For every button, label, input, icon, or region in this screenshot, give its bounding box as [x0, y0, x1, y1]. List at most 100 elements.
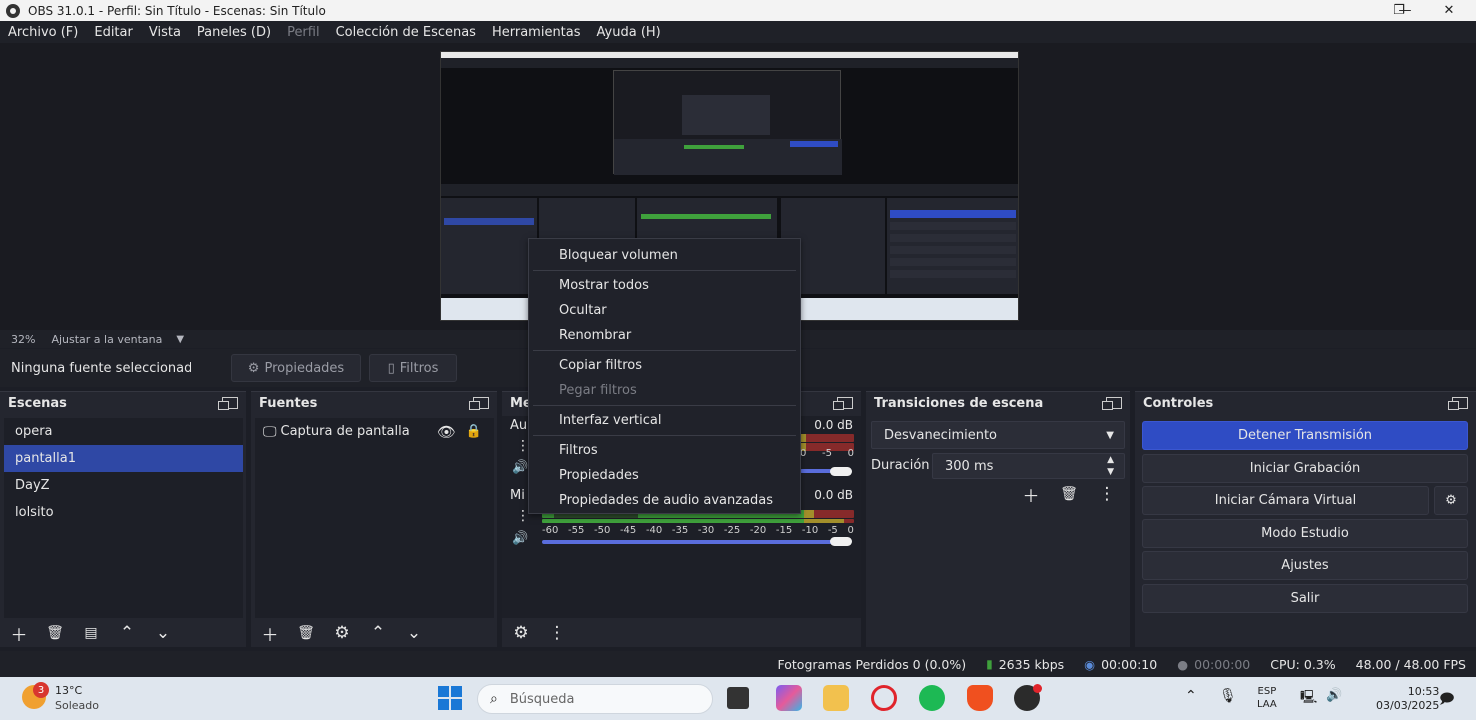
notifications-icon[interactable]: 🗩 — [1439, 688, 1455, 712]
menu-vista[interactable]: Vista — [141, 25, 189, 40]
sources-header: Fuentes — [251, 392, 497, 414]
trash-icon[interactable]: 🗑 — [295, 622, 317, 644]
copilot-icon[interactable] — [776, 685, 802, 711]
selected-source-label: Ninguna fuente seleccionada — [11, 360, 191, 376]
chevron-up-icon[interactable]: ⌃ — [367, 622, 389, 644]
file-explorer-icon[interactable] — [823, 685, 849, 711]
transition-select[interactable]: Desvanecimiento ▼ — [871, 421, 1125, 449]
mini-sourcebar — [441, 184, 1018, 196]
advanced-settings-icon[interactable]: ⚙ — [510, 622, 532, 644]
meter-scale: -60 -55 -50 -45 -40 -35 -30 -25 -20 -15 -10 -5 0 — [542, 525, 854, 536]
properties-button[interactable]: ⚙ Propiedades — [231, 354, 361, 382]
language-indicator[interactable]: ESP LAA — [1257, 685, 1277, 711]
clock[interactable]: 10:53 03/03/2025 — [1376, 685, 1439, 713]
stepper-icon[interactable]: ▲ ▼ — [1107, 454, 1114, 478]
speaker-icon[interactable]: 🔊 — [512, 460, 528, 475]
menu-item-hide[interactable]: Ocultar — [529, 298, 800, 323]
opera-icon[interactable] — [871, 685, 897, 711]
menu-item-advanced-audio[interactable]: Propiedades de audio avanzadas — [529, 488, 800, 513]
filter-icon[interactable]: ▤ — [80, 622, 102, 644]
close-button[interactable]: ✕ — [1426, 0, 1472, 21]
menu-perfil[interactable]: Perfil — [279, 25, 328, 40]
add-icon[interactable]: ＋ — [259, 622, 281, 646]
scene-item[interactable]: DayZ — [4, 472, 243, 499]
trash-icon[interactable]: 🗑 — [1058, 483, 1080, 505]
settings-button[interactable]: Ajustes — [1142, 551, 1468, 580]
taskbar-search[interactable]: ⌕ Búsqueda — [477, 684, 713, 714]
studio-mode-button[interactable]: Modo Estudio — [1142, 519, 1468, 548]
menu-paneles[interactable]: Paneles (D) — [189, 25, 279, 40]
zoom-percent: 32% — [11, 332, 36, 346]
lock-icon[interactable]: 🔒 — [466, 424, 482, 439]
maximize-button[interactable]: ❐ — [1376, 0, 1422, 21]
more-icon[interactable]: ⋮ — [546, 622, 568, 644]
scene-item[interactable]: pantalla1 — [4, 445, 243, 472]
scene-item[interactable]: lolsito — [4, 499, 243, 526]
menu-item-rename[interactable]: Renombrar — [529, 323, 800, 348]
menu-editar[interactable]: Editar — [86, 25, 141, 40]
search-placeholder: Búsqueda — [509, 691, 575, 707]
menu-item-show-all[interactable]: Mostrar todos — [529, 273, 800, 298]
filters-button[interactable]: ▯ Filtros — [369, 354, 457, 382]
sources-list: 🖵 Captura de pantalla 👁 🔒 — [255, 418, 494, 618]
record-time-value: 00:00:00 — [1194, 656, 1251, 672]
undock-icon[interactable] — [469, 397, 489, 410]
speaker-icon[interactable]: 🔊 — [512, 531, 528, 546]
spotify-icon[interactable] — [919, 685, 945, 711]
trash-icon[interactable]: 🗑 — [44, 622, 66, 644]
volume-icon[interactable]: 🔊 — [1326, 688, 1342, 703]
start-virtual-camera-button[interactable]: Iniciar Cámara Virtual — [1142, 486, 1429, 515]
menu-ayuda[interactable]: Ayuda (H) — [589, 25, 669, 40]
scene-item[interactable]: opera — [4, 418, 243, 445]
menu-herramientas[interactable]: Herramientas — [484, 25, 589, 40]
zoom-fit-select[interactable]: Ajustar a la ventana — [51, 333, 162, 346]
menu-item-copy-filters[interactable]: Copiar filtros — [529, 353, 800, 378]
eye-icon[interactable]: 👁 — [437, 423, 456, 441]
more-icon[interactable]: ⋮ — [1096, 483, 1118, 505]
network-icon[interactable]: 🖳 — [1300, 688, 1317, 710]
scenes-dock: Escenas opera pantalla1 DayZ lolsito ＋ 🗑… — [0, 391, 246, 647]
menu-item-lock-volume[interactable]: Bloquear volumen — [529, 243, 800, 268]
undock-icon[interactable] — [218, 397, 238, 410]
volume-slider-handle[interactable] — [830, 467, 852, 476]
chevron-down-icon[interactable]: ⌄ — [152, 622, 174, 644]
microphone-icon[interactable]: 🎙 — [1219, 688, 1237, 704]
chevron-down-icon[interactable]: ⌄ — [403, 622, 425, 644]
virtual-camera-settings-button[interactable]: ⚙ — [1434, 486, 1468, 515]
start-recording-button[interactable]: Iniciar Grabación — [1142, 454, 1468, 483]
volume-slider-handle[interactable] — [830, 537, 852, 546]
gear-icon[interactable]: ⚙ — [331, 622, 353, 644]
duration-input[interactable]: 300 ms ▲ ▼ — [932, 453, 1125, 479]
menu-coleccion-escenas[interactable]: Colección de Escenas — [328, 25, 484, 40]
menu-item-filters[interactable]: Filtros — [529, 438, 800, 463]
obs-logo-icon — [6, 3, 20, 18]
chevron-up-icon[interactable]: ⌃ — [1185, 688, 1197, 704]
add-icon[interactable]: ＋ — [1020, 483, 1042, 507]
clock-date: 03/03/2025 — [1376, 699, 1440, 712]
source-item[interactable]: 🖵 Captura de pantalla 👁 🔒 — [255, 418, 494, 445]
chevron-down-icon[interactable]: ▼ — [176, 334, 184, 345]
menu-archivo[interactable]: Archivo (F) — [0, 25, 86, 40]
undock-icon[interactable] — [1102, 397, 1122, 410]
search-icon: ⌕ — [490, 691, 498, 707]
filter-icon: ▯ — [387, 360, 395, 376]
chevron-up-icon[interactable]: ⌃ — [116, 622, 138, 644]
menu-item-properties[interactable]: Propiedades — [529, 463, 800, 488]
channel-name: Mi — [510, 488, 525, 503]
channel-db: 0.0 dB — [814, 418, 853, 432]
monitor-icon: 🖵 — [263, 423, 277, 440]
volume-slider-track[interactable] — [800, 469, 832, 473]
volume-slider-track[interactable] — [542, 540, 832, 544]
transitions-title: Transiciones de escena — [874, 395, 1044, 411]
meter-scale: 0 -5 0 — [800, 448, 854, 459]
brave-icon[interactable] — [967, 685, 993, 711]
windows-start-icon[interactable] — [437, 685, 463, 711]
task-view-icon[interactable] — [727, 687, 749, 709]
undock-icon[interactable] — [833, 397, 853, 410]
menu-item-paste-filters: Pegar filtros — [559, 383, 637, 398]
menu-item-vertical-layout[interactable]: Interfaz vertical — [529, 408, 800, 433]
exit-button[interactable]: Salir — [1142, 584, 1468, 613]
undock-icon[interactable] — [1448, 397, 1468, 410]
stop-streaming-button[interactable]: Detener Transmisión — [1142, 421, 1468, 450]
add-icon[interactable]: ＋ — [8, 622, 30, 646]
